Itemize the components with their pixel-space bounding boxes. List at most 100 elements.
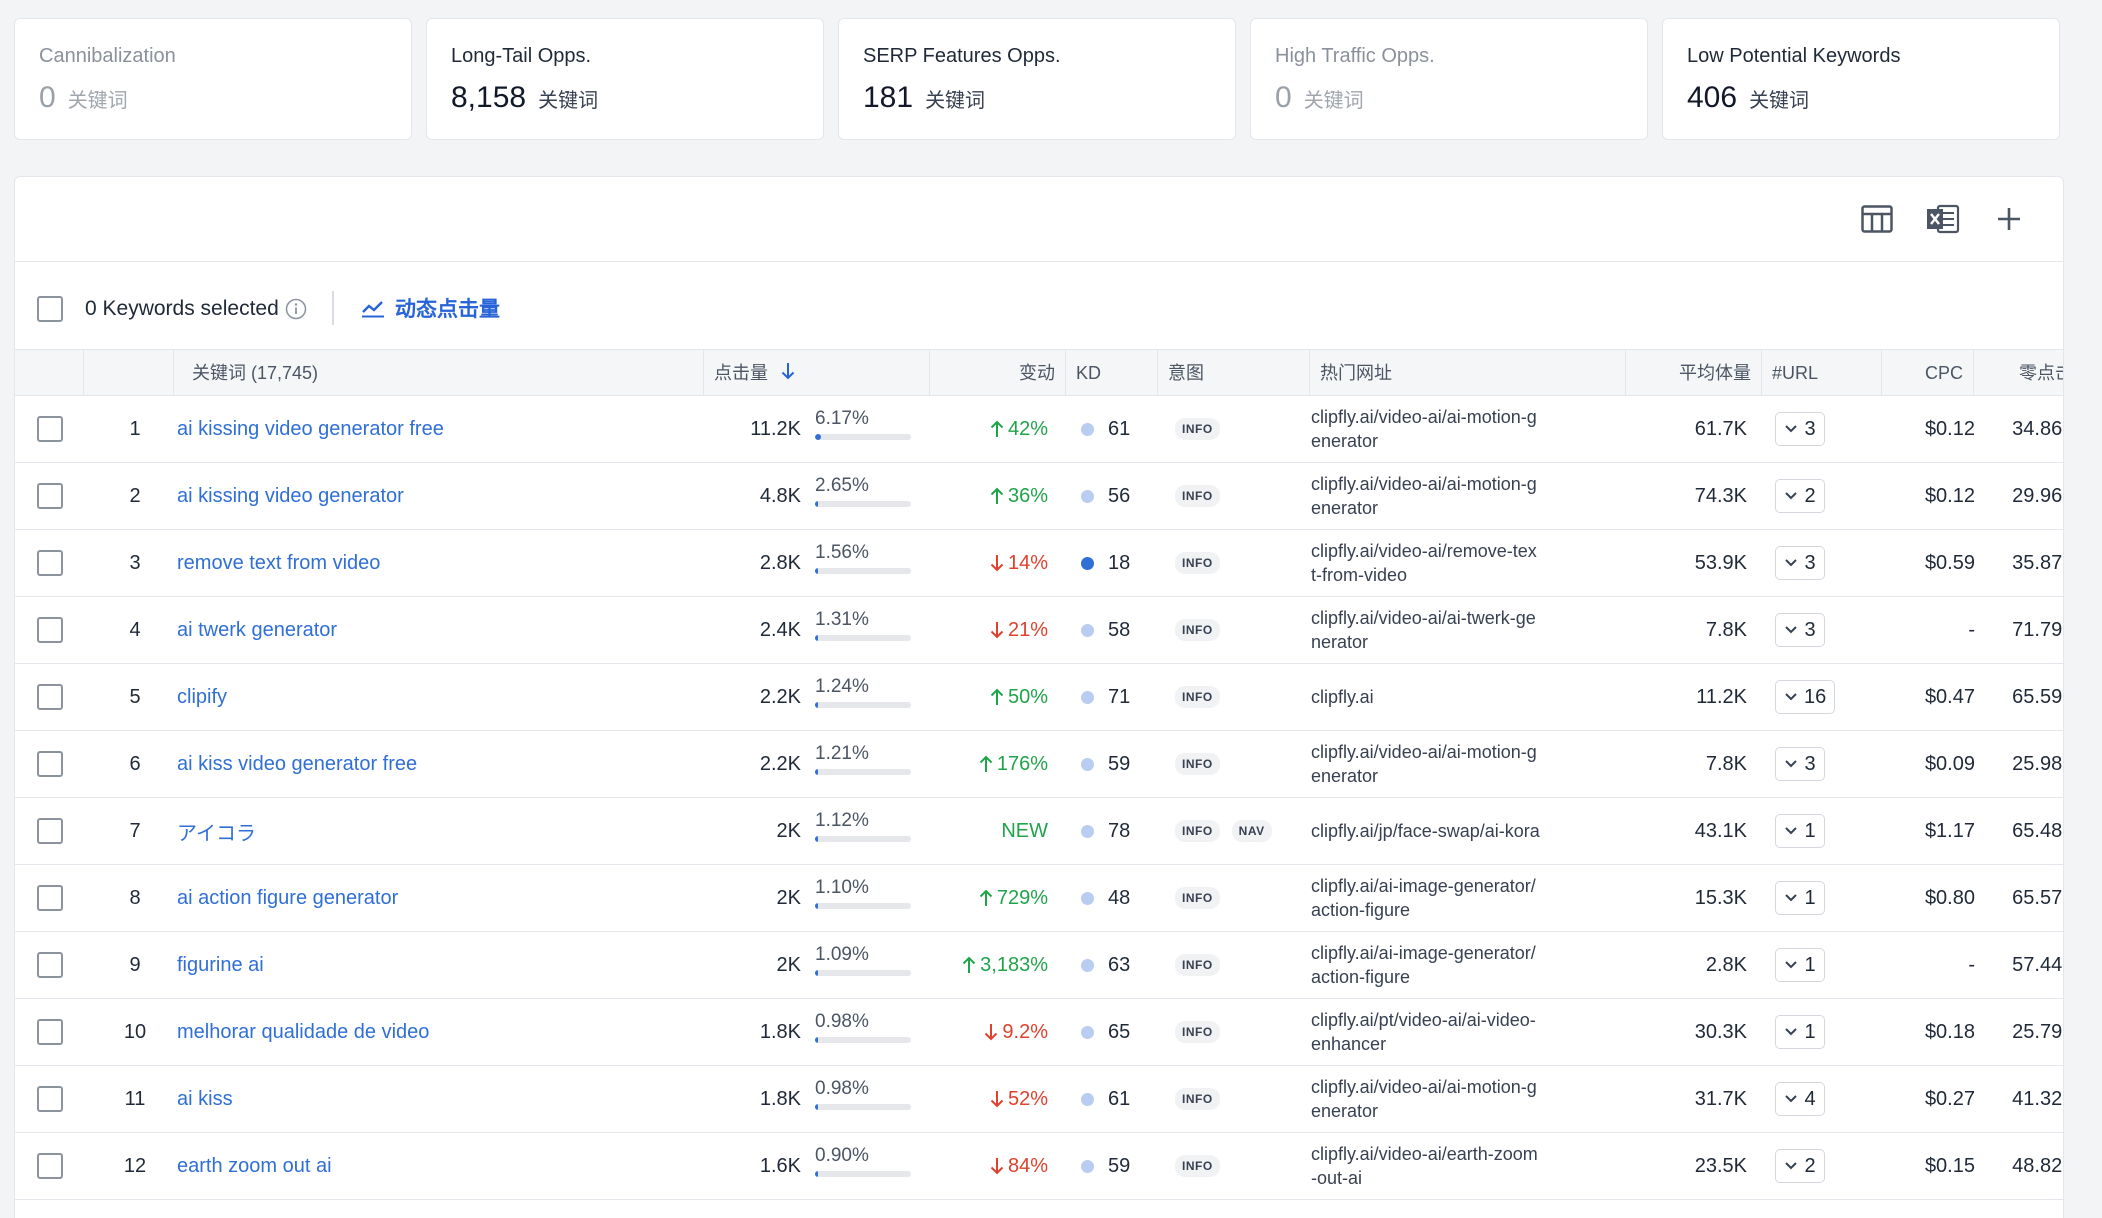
url-count-dropdown[interactable]: 16 bbox=[1775, 680, 1836, 714]
card-low-potential[interactable]: Low Potential Keywords 406 关键词 bbox=[1662, 18, 2060, 140]
avg-volume-value: 30.3K bbox=[1694, 1020, 1747, 1043]
header-keyword[interactable]: 关键词 (17,745) bbox=[173, 350, 703, 396]
card-serp-features[interactable]: SERP Features Opps. 181 关键词 bbox=[838, 18, 1236, 140]
header-change[interactable]: 变动 bbox=[929, 350, 1065, 396]
header-cpc[interactable]: CPC bbox=[1881, 350, 1973, 396]
click-share-fill bbox=[815, 568, 818, 574]
header-kd[interactable]: KD bbox=[1065, 350, 1157, 396]
url-count-dropdown[interactable]: 1 bbox=[1775, 881, 1825, 915]
header-intent[interactable]: 意图 bbox=[1157, 350, 1309, 396]
keyword-link[interactable]: clipify bbox=[177, 664, 227, 730]
table-row[interactable]: 11 ai kiss 1.8K 0.98% 52% 61 INFO clipfly.ai/vi… bbox=[15, 1066, 2063, 1133]
top-url[interactable]: clipfly.ai/video-ai/ai-motion-generator bbox=[1311, 1066, 1541, 1132]
top-url[interactable]: clipfly.ai/video-ai/ai-motion-generator bbox=[1311, 731, 1541, 797]
keyword-link[interactable]: ai kiss bbox=[177, 1066, 233, 1132]
chevron-down-icon bbox=[1785, 626, 1798, 634]
table-row[interactable]: 6 ai kiss video generator free 2.2K 1.21% 17… bbox=[15, 731, 2063, 798]
table-row[interactable]: 2 ai kissing video generator 4.8K 2.65% 36% 5… bbox=[15, 463, 2063, 530]
row-checkbox[interactable] bbox=[37, 1019, 63, 1045]
top-url[interactable]: clipfly.ai/video-ai/ai-twerk-generator bbox=[1311, 597, 1541, 663]
keyword-link[interactable]: ai twerk generator bbox=[177, 597, 337, 663]
table-row[interactable]: 9 figurine ai 2K 1.09% 3,183% 63 INFO clipfly.a… bbox=[15, 932, 2063, 999]
url-count-dropdown[interactable]: 3 bbox=[1775, 613, 1825, 647]
row-checkbox[interactable] bbox=[37, 1086, 63, 1112]
click-share-value: 1.10% bbox=[815, 877, 869, 898]
keyword-link[interactable]: figurine ai bbox=[177, 932, 264, 998]
url-count-dropdown[interactable]: 3 bbox=[1775, 412, 1825, 446]
row-checkbox[interactable] bbox=[37, 416, 63, 442]
top-url[interactable]: clipfly.ai/pt/video-ai/ai-video-enhancer bbox=[1311, 999, 1541, 1065]
url-count-dropdown[interactable]: 2 bbox=[1775, 1149, 1825, 1183]
table-row[interactable]: 1 ai kissing video generator free 11.2K 6.1… bbox=[15, 396, 2063, 463]
card-value: 181 bbox=[863, 81, 914, 114]
row-checkbox[interactable] bbox=[37, 1153, 63, 1179]
top-url[interactable]: clipfly.ai/jp/face-swap/ai-kora bbox=[1311, 798, 1541, 864]
table-row[interactable]: 4 ai twerk generator 2.4K 1.31% 21% 58 INFO cli… bbox=[15, 597, 2063, 664]
kd-value: 56 bbox=[1108, 484, 1131, 507]
chevron-down-icon bbox=[1785, 425, 1798, 433]
excel-export-icon[interactable] bbox=[1923, 199, 1963, 239]
kd-value: 48 bbox=[1108, 886, 1131, 909]
card-value: 0 bbox=[1275, 81, 1292, 114]
sort-desc-icon[interactable] bbox=[781, 351, 795, 397]
table-row[interactable]: 10 melhorar qualidade de video 1.8K 0.98% 9.… bbox=[15, 999, 2063, 1066]
keyword-link[interactable]: アイコラ bbox=[177, 798, 256, 864]
header-avg-volume[interactable]: 平均体量 bbox=[1625, 350, 1761, 396]
select-all-checkbox[interactable] bbox=[37, 296, 63, 322]
top-url[interactable]: clipfly.ai/video-ai/remove-text-from-vid… bbox=[1311, 530, 1541, 596]
top-url[interactable]: clipfly.ai/ai-image-generator/action-fig… bbox=[1311, 865, 1541, 931]
row-checkbox[interactable] bbox=[37, 818, 63, 844]
header-clicks[interactable]: 点击量 bbox=[703, 350, 929, 396]
card-long-tail[interactable]: Long-Tail Opps. 8,158 关键词 bbox=[426, 18, 824, 140]
table-row[interactable]: 5 clipify 2.2K 1.24% 50% 71 INFO clipfly.ai 11.2… bbox=[15, 664, 2063, 731]
top-url[interactable]: clipfly.ai/video-ai/earth-zoom-out-ai bbox=[1311, 1133, 1541, 1199]
intent-cell: INFO bbox=[1175, 1066, 1232, 1132]
card-cannibalization[interactable]: Cannibalization 0 关键词 bbox=[14, 18, 412, 140]
keyword-link[interactable]: ai kiss video generator free bbox=[177, 731, 417, 797]
table-row[interactable]: 3 remove text from video 2.8K 1.56% 14% 18 INF… bbox=[15, 530, 2063, 597]
table-row[interactable]: 8 ai action figure generator 2K 1.10% 729% 48… bbox=[15, 865, 2063, 932]
header-top-url[interactable]: 热门网址 bbox=[1309, 350, 1625, 396]
header-zero-click[interactable]: 零点击 bbox=[1973, 350, 2063, 396]
kd-cell: 63 bbox=[1081, 932, 1130, 998]
url-count-dropdown[interactable]: 1 bbox=[1775, 814, 1825, 848]
row-checkbox[interactable] bbox=[37, 684, 63, 710]
table-columns-icon[interactable] bbox=[1857, 199, 1897, 239]
kd-value: 58 bbox=[1108, 618, 1131, 641]
dynamic-clicks-button[interactable]: 动态点击量 bbox=[361, 293, 500, 323]
header-url-count[interactable]: #URL bbox=[1761, 350, 1881, 396]
row-checkbox[interactable] bbox=[37, 751, 63, 777]
keyword-link[interactable]: ai kissing video generator bbox=[177, 463, 404, 529]
cpc-value: $0.12 bbox=[1924, 417, 1975, 440]
click-share-bar bbox=[815, 1171, 911, 1177]
keywords-panel: 0 Keywords selected 动态点击量 关键词 (17,745) 点… bbox=[14, 176, 2064, 1218]
keyword-link[interactable]: ai action figure generator bbox=[177, 865, 398, 931]
change-value: 84% bbox=[920, 1133, 1048, 1199]
url-count-dropdown[interactable]: 1 bbox=[1775, 1015, 1825, 1049]
card-high-traffic[interactable]: High Traffic Opps. 0 关键词 bbox=[1250, 18, 1648, 140]
top-url[interactable]: clipfly.ai bbox=[1311, 664, 1541, 730]
row-checkbox[interactable] bbox=[37, 885, 63, 911]
url-count-dropdown[interactable]: 3 bbox=[1775, 546, 1825, 580]
top-url[interactable]: clipfly.ai/video-ai/ai-motion-generator bbox=[1311, 396, 1541, 462]
table-row[interactable]: 7 アイコラ 2K 1.12% NEW 78 INFO NAV clipfly.ai/jp/fa… bbox=[15, 798, 2063, 865]
row-checkbox[interactable] bbox=[37, 483, 63, 509]
top-url[interactable]: clipfly.ai/video-ai/ai-motion-generator bbox=[1311, 463, 1541, 529]
url-count-dropdown[interactable]: 2 bbox=[1775, 479, 1825, 513]
click-share-fill bbox=[815, 635, 818, 641]
url-count-dropdown[interactable]: 4 bbox=[1775, 1082, 1825, 1116]
keyword-link[interactable]: remove text from video bbox=[177, 530, 380, 596]
row-checkbox[interactable] bbox=[37, 550, 63, 576]
keyword-link[interactable]: melhorar qualidade de video bbox=[177, 999, 429, 1065]
plus-icon[interactable] bbox=[1989, 199, 2029, 239]
info-icon[interactable] bbox=[285, 298, 307, 325]
keyword-link[interactable]: ai kissing video generator free bbox=[177, 396, 444, 462]
url-count-dropdown[interactable]: 3 bbox=[1775, 747, 1825, 781]
avg-volume-value: 61.7K bbox=[1694, 417, 1747, 440]
row-checkbox[interactable] bbox=[37, 952, 63, 978]
keyword-link[interactable]: earth zoom out ai bbox=[177, 1133, 332, 1199]
top-url[interactable]: clipfly.ai/ai-image-generator/action-fig… bbox=[1311, 932, 1541, 998]
row-checkbox[interactable] bbox=[37, 617, 63, 643]
table-row[interactable]: 12 earth zoom out ai 1.6K 0.90% 84% 59 INFO cli… bbox=[15, 1133, 2063, 1200]
url-count-dropdown[interactable]: 1 bbox=[1775, 948, 1825, 982]
